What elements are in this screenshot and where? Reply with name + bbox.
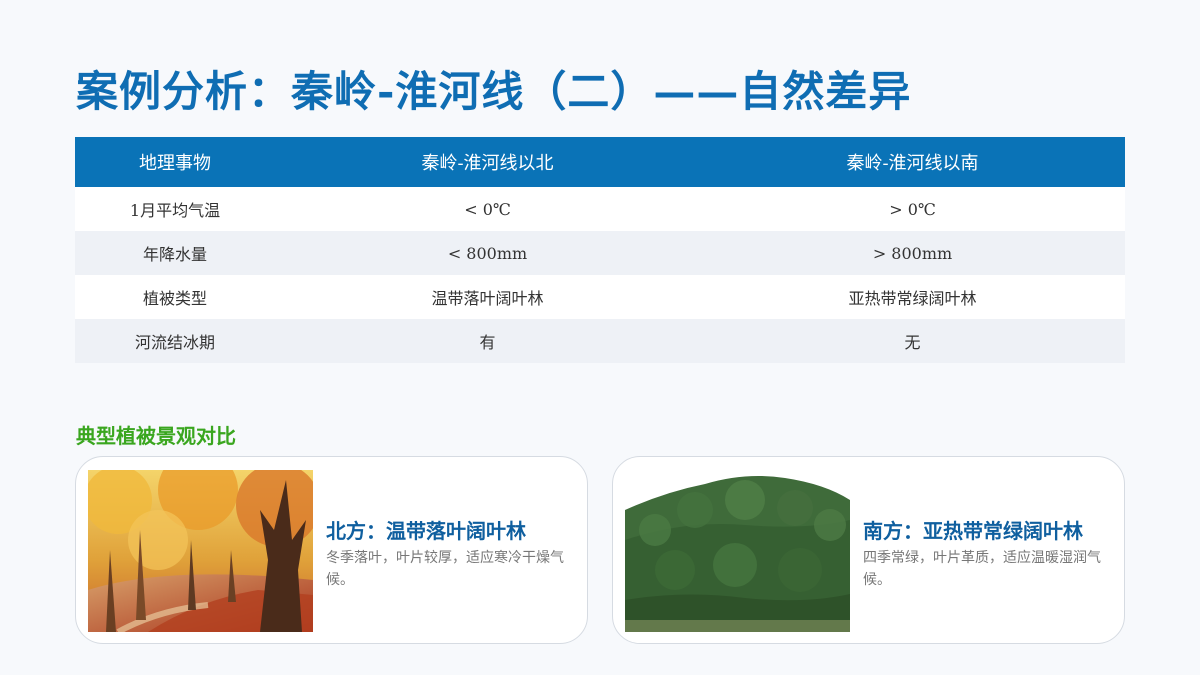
table-cell: 年降水量 [75, 231, 275, 275]
table-cell: > 800mm [700, 231, 1125, 275]
table-cell: 无 [700, 319, 1125, 363]
table-cell: > 0℃ [700, 187, 1125, 231]
table-row: 年降水量 < 800mm > 800mm [75, 231, 1125, 275]
north-card-description: 冬季落叶，叶片较厚，适应寒冷干燥气候。 [326, 550, 564, 588]
table-cell: 河流结冰期 [75, 319, 275, 363]
table-cell: < 800mm [275, 231, 700, 275]
evergreen-forest-photo [625, 470, 850, 632]
table-cell: 有 [275, 319, 700, 363]
south-vegetation-card: 南方：亚热带常绿阔叶林 四季常绿，叶片革质，适应温暖湿润气候。 [612, 456, 1125, 644]
table-cell: 温带落叶阔叶林 [275, 275, 700, 319]
table-cell: 1月平均气温 [75, 187, 275, 231]
header-cell: 地理事物 [75, 137, 275, 187]
south-card-description: 四季常绿，叶片革质，适应温暖湿润气候。 [863, 550, 1101, 588]
table-row: 植被类型 温带落叶阔叶林 亚热带常绿阔叶林 [75, 275, 1125, 319]
north-card-title: 北方：温带落叶阔叶林 [326, 519, 526, 543]
section-title: 典型植被景观对比 [76, 424, 236, 448]
table-cell: < 0℃ [275, 187, 700, 231]
south-card-title: 南方：亚热带常绿阔叶林 [863, 519, 1083, 543]
page-title: 案例分析：秦岭-淮河线（二）——自然差异 [76, 67, 912, 116]
table-cell: 植被类型 [75, 275, 275, 319]
north-vegetation-card: 北方：温带落叶阔叶林 冬季落叶，叶片较厚，适应寒冷干燥气候。 [75, 456, 588, 644]
table-header-row: 地理事物 秦岭-淮河线以北 秦岭-淮河线以南 [75, 137, 1125, 187]
comparison-table: 地理事物 秦岭-淮河线以北 秦岭-淮河线以南 1月平均气温 < 0℃ > 0℃ … [75, 137, 1125, 363]
table-row: 河流结冰期 有 无 [75, 319, 1125, 363]
header-cell: 秦岭-淮河线以南 [700, 137, 1125, 187]
table-row: 1月平均气温 < 0℃ > 0℃ [75, 187, 1125, 231]
table-cell: 亚热带常绿阔叶林 [700, 275, 1125, 319]
header-cell: 秦岭-淮河线以北 [275, 137, 700, 187]
autumn-forest-photo [88, 470, 313, 632]
